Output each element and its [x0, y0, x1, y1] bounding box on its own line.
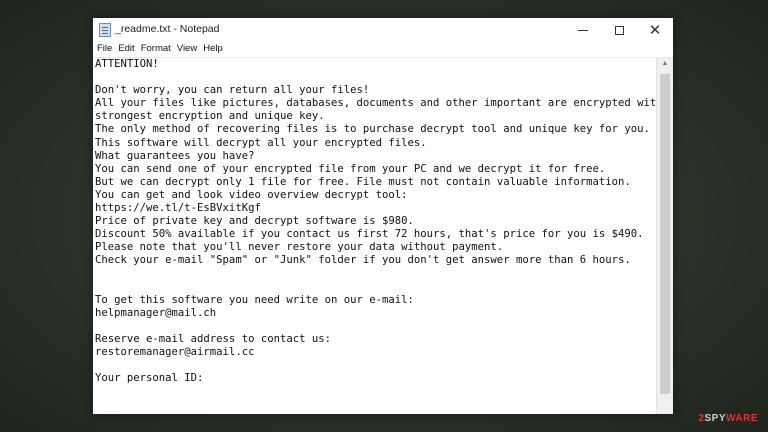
scroll-thumb[interactable] — [660, 74, 670, 394]
text-line — [95, 71, 656, 84]
notepad-icon — [99, 23, 111, 37]
menu-help[interactable]: Help — [201, 42, 227, 57]
window-title: _readme.txt - Notepad — [115, 23, 220, 35]
vertical-scrollbar[interactable]: ▲ — [656, 58, 673, 414]
text-line: What guarantees you have? — [95, 149, 255, 162]
text-line: Check your e-mail "Spam" or "Junk" folde… — [95, 254, 631, 267]
text-line — [95, 281, 656, 294]
maximize-button[interactable] — [601, 18, 637, 42]
text-line: helpmanager@mail.ch — [95, 306, 217, 319]
scroll-up-icon[interactable]: ▲ — [657, 60, 673, 67]
minimize-button[interactable] — [565, 18, 601, 42]
menu-bar: File Edit Format View Help — [93, 42, 673, 57]
notepad-window: _readme.txt - Notepad ✕ File Edit Format… — [93, 18, 673, 414]
text-line: You can send one of your encrypted file … — [95, 162, 606, 175]
text-line: https://we.tl/t-EsBVxitKgf — [95, 202, 261, 215]
watermark-logo: 2SPYWARE — [698, 413, 758, 424]
text-line: Discount 50% available if you contact us… — [95, 228, 644, 241]
close-button[interactable]: ✕ — [637, 18, 673, 42]
text-line: But we can decrypt only 1 file for free.… — [95, 175, 631, 188]
close-icon: ✕ — [648, 21, 662, 39]
menu-view[interactable]: View — [175, 42, 201, 57]
text-line: Price of private key and decrypt softwar… — [95, 215, 414, 228]
text-line: strongest encryption and unique key. — [95, 110, 325, 123]
menu-edit[interactable]: Edit — [116, 42, 138, 57]
title-bar[interactable]: _readme.txt - Notepad ✕ — [93, 18, 673, 42]
watermark-suffix: WARE — [726, 413, 758, 424]
text-line: ATTENTION! — [95, 58, 159, 70]
text-line: Your personal ID: — [95, 372, 204, 385]
text-line: Don't worry, you can return all your fil… — [95, 84, 370, 97]
maximize-icon — [614, 25, 624, 35]
text-line — [95, 359, 656, 372]
text-line: Reserve e-mail address to contact us: — [95, 332, 331, 345]
document-text[interactable]: ATTENTION! Don't worry, you can return al… — [93, 58, 656, 385]
text-line: This software will decrypt all your encr… — [95, 136, 427, 149]
text-line: To get this software you need write on o… — [95, 293, 414, 306]
text-line: All your files like pictures, databases,… — [95, 97, 656, 110]
watermark-middle: SPY — [704, 413, 726, 424]
text-line — [95, 320, 656, 333]
text-line: Please note that you'll never restore yo… — [95, 241, 504, 254]
minimize-icon — [578, 29, 588, 31]
text-line: You can get and look video overview decr… — [95, 188, 408, 201]
text-line: The only method of recovering files is t… — [95, 123, 650, 136]
menu-file[interactable]: File — [95, 42, 116, 57]
text-line: restoremanager@airmail.cc — [95, 346, 255, 359]
menu-format[interactable]: Format — [139, 42, 175, 57]
text-editor-area[interactable]: ATTENTION! Don't worry, you can return al… — [93, 58, 656, 414]
text-line — [95, 268, 656, 281]
